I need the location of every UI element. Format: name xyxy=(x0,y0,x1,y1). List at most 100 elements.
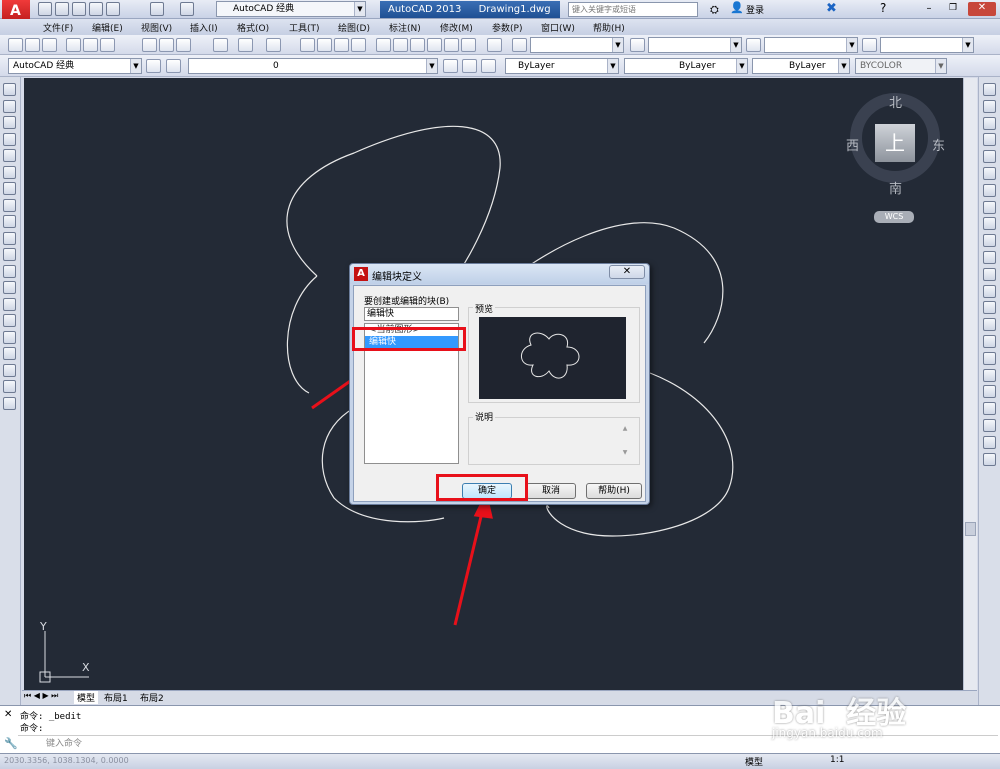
open-icon[interactable] xyxy=(55,2,69,16)
vertical-scrollbar[interactable] xyxy=(963,78,977,690)
compass-west[interactable]: 西 xyxy=(846,135,859,154)
construction-line-icon[interactable] xyxy=(3,99,16,113)
login-label[interactable]: 登录 xyxy=(746,3,764,16)
multileader-style-dropdown[interactable]: ▼ xyxy=(880,37,974,53)
annotation-scale[interactable]: 1:1 xyxy=(830,755,844,765)
dim-style-icon[interactable] xyxy=(630,38,645,52)
draworder-front-icon[interactable] xyxy=(983,385,996,399)
point-icon[interactable] xyxy=(3,297,16,311)
calculator-icon[interactable] xyxy=(461,38,476,52)
copy-icon[interactable] xyxy=(159,38,174,52)
text-style-dropdown[interactable]: ▼ xyxy=(530,37,624,53)
zoom-window-icon[interactable] xyxy=(334,38,349,52)
close-window-button[interactable]: ✕ xyxy=(968,2,996,16)
user-icon[interactable]: 👤 xyxy=(730,1,744,14)
undo-icon[interactable] xyxy=(238,38,253,52)
compass-north[interactable]: 北 xyxy=(889,92,902,111)
publish-icon[interactable] xyxy=(100,38,115,52)
dialog-title-bar[interactable]: A 编辑块定义 ✕ xyxy=(350,264,649,284)
binoculars-icon[interactable]: ⛭ xyxy=(710,3,724,16)
plot-icon[interactable] xyxy=(66,38,81,52)
menu-file[interactable]: 文件(F) xyxy=(43,21,73,34)
plot-style-dropdown[interactable]: BYCOLOR ▼ xyxy=(855,58,947,74)
lineweight-dropdown[interactable]: ByLayer ▼ xyxy=(752,58,850,74)
zoom-realtime-icon[interactable] xyxy=(317,38,332,52)
minimize-button[interactable]: – xyxy=(920,3,938,15)
viewcube-face-top[interactable]: 上 xyxy=(875,124,915,162)
menu-modify[interactable]: 修改(M) xyxy=(440,21,473,34)
draworder-text-icon[interactable] xyxy=(983,452,996,466)
menu-parametric[interactable]: 参数(P) xyxy=(492,21,522,34)
dim-style-dropdown[interactable]: ▼ xyxy=(648,37,742,53)
redo-icon[interactable] xyxy=(266,38,281,52)
insert-block-icon[interactable] xyxy=(3,264,16,278)
color-dropdown[interactable]: ByLayer ▼ xyxy=(505,58,619,74)
menu-dimension[interactable]: 标注(N) xyxy=(389,21,421,34)
help-button[interactable]: 帮助(H) xyxy=(586,483,642,499)
menu-help[interactable]: 帮助(H) xyxy=(593,21,625,34)
draworder-above-icon[interactable] xyxy=(983,419,996,432)
help-icon[interactable]: ? xyxy=(880,1,886,15)
multiline-text-icon[interactable] xyxy=(3,380,16,393)
table-icon[interactable] xyxy=(3,363,16,377)
match-properties-icon[interactable] xyxy=(213,38,228,52)
workspace-switch-dropdown[interactable]: AutoCAD 经典 ▼ xyxy=(8,58,142,74)
cut-icon[interactable] xyxy=(142,38,157,52)
command-close-icon[interactable]: ✕ xyxy=(4,709,12,720)
save-as-icon[interactable] xyxy=(89,2,103,16)
make-block-icon[interactable] xyxy=(3,281,16,294)
rectangle-icon[interactable] xyxy=(3,149,16,162)
wcs-menu[interactable]: WCS xyxy=(874,211,914,223)
break-at-point-icon[interactable] xyxy=(983,267,996,281)
save-icon[interactable] xyxy=(42,38,57,52)
arc-icon[interactable] xyxy=(3,165,16,179)
scale-icon[interactable] xyxy=(983,200,996,214)
tab-nav-arrows[interactable]: ⏮ ◀ ▶ ⏭ xyxy=(24,691,58,701)
layer-dropdown[interactable]: 0 ▼ xyxy=(188,58,438,74)
tool-palettes-icon[interactable] xyxy=(410,38,425,52)
extend-icon[interactable] xyxy=(983,251,996,264)
stretch-icon[interactable] xyxy=(983,217,996,231)
region-icon[interactable] xyxy=(3,347,16,360)
move-icon[interactable] xyxy=(983,167,996,180)
erase-icon[interactable] xyxy=(983,83,996,96)
explode-icon[interactable] xyxy=(983,368,996,382)
menu-view[interactable]: 视图(V) xyxy=(141,21,172,34)
polyline-icon[interactable] xyxy=(3,116,16,129)
ellipse-icon[interactable] xyxy=(3,231,16,245)
pan-icon[interactable] xyxy=(300,38,315,52)
chamfer-icon[interactable] xyxy=(983,318,996,332)
open-icon[interactable] xyxy=(25,38,40,52)
table-style-dropdown[interactable]: ▼ xyxy=(764,37,858,53)
menu-format[interactable]: 格式(O) xyxy=(237,21,269,34)
scroll-thumb[interactable] xyxy=(965,522,976,536)
menu-edit[interactable]: 编辑(E) xyxy=(92,21,123,34)
properties-icon[interactable] xyxy=(376,38,391,52)
trim-icon[interactable] xyxy=(983,234,996,248)
workspace-settings-icon[interactable] xyxy=(146,59,161,73)
plot-icon[interactable] xyxy=(106,2,120,16)
mirror-icon[interactable] xyxy=(983,116,996,130)
compass-south[interactable]: 南 xyxy=(889,178,902,197)
markup-icon[interactable] xyxy=(444,38,459,52)
paste-icon[interactable] xyxy=(176,38,191,52)
revision-cloud-icon[interactable] xyxy=(3,198,16,212)
break-icon[interactable] xyxy=(983,284,996,298)
menu-draw[interactable]: 绘图(D) xyxy=(338,21,370,34)
command-settings-icon[interactable]: 🔧 xyxy=(4,737,18,750)
hatch-icon[interactable] xyxy=(3,314,16,327)
compass-east[interactable]: 东 xyxy=(932,135,945,154)
cancel-button[interactable]: 取消 xyxy=(526,483,576,499)
circle-icon[interactable] xyxy=(3,182,16,195)
menu-tools[interactable]: 工具(T) xyxy=(289,21,320,34)
description-scrollbar[interactable]: ▲ ▼ xyxy=(619,423,631,459)
array-icon[interactable] xyxy=(983,150,996,164)
offset-icon[interactable] xyxy=(983,133,996,147)
spline-icon[interactable] xyxy=(3,215,16,228)
draworder-below-icon[interactable] xyxy=(983,435,996,449)
layer-properties-icon[interactable] xyxy=(166,59,181,73)
text-style-icon[interactable] xyxy=(512,38,527,52)
layer-states-icon[interactable] xyxy=(481,59,496,73)
fillet-icon[interactable] xyxy=(983,335,996,348)
linetype-dropdown[interactable]: ByLayer ▼ xyxy=(624,58,748,74)
